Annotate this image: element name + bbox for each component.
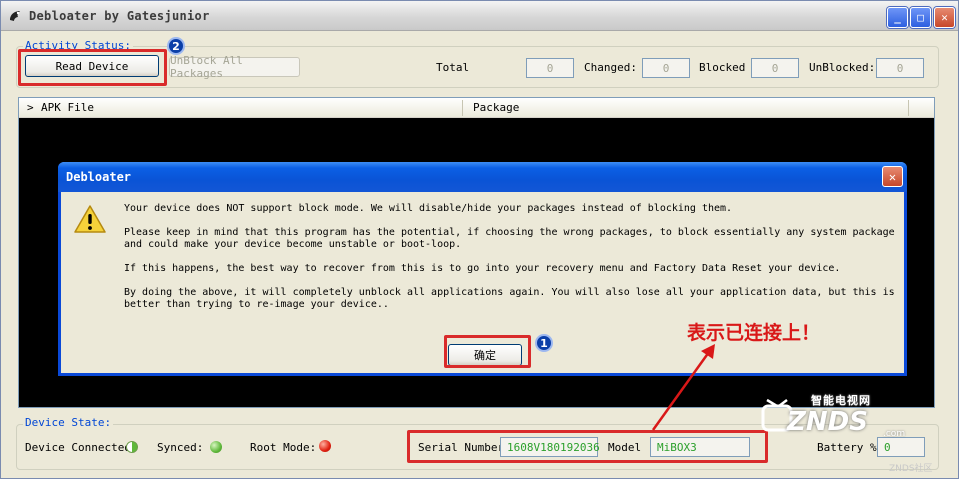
watermark-brand-text: ZNDS bbox=[787, 407, 868, 437]
main-window: Debloater by Gatesjunior _ □ ✕ Activity … bbox=[0, 0, 959, 479]
watermark-site-text: ZNDS社区 bbox=[889, 464, 933, 474]
watermark-cn-text: 智能电视网 bbox=[811, 394, 871, 407]
watermark-domain-text: .com bbox=[883, 429, 906, 439]
